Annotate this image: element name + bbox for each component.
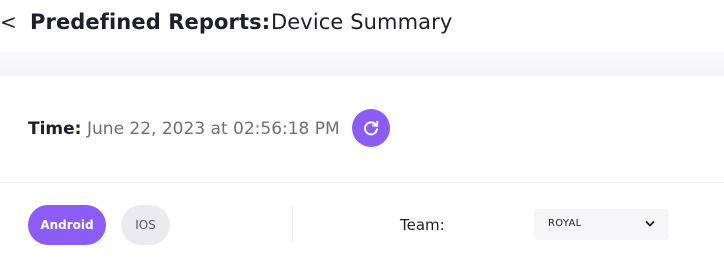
team-select-value: ROYAL — [548, 218, 582, 229]
team-select[interactable]: ROYAL — [534, 209, 669, 240]
time-value: June 22, 2023 at 02:56:18 PM — [87, 119, 340, 139]
refresh-button[interactable] — [352, 109, 390, 147]
time-label: Time: — [28, 119, 82, 139]
header-shadow-band — [0, 52, 724, 76]
platform-ios-button[interactable]: IOS — [121, 205, 170, 245]
page-subtitle: Device Summary — [271, 10, 453, 34]
team-label: Team: — [400, 216, 445, 234]
chevron-down-icon — [645, 221, 655, 227]
refresh-icon — [364, 120, 379, 136]
time-row: Time: June 22, 2023 at 02:56:18 PM — [0, 76, 724, 182]
chevron-left-icon[interactable]: < — [0, 9, 17, 35]
filter-row: Android IOS Team: ROYAL — [0, 183, 724, 259]
platform-android-button[interactable]: Android — [28, 205, 106, 245]
vertical-divider — [292, 207, 293, 241]
page-title: Predefined Reports: — [30, 10, 271, 34]
